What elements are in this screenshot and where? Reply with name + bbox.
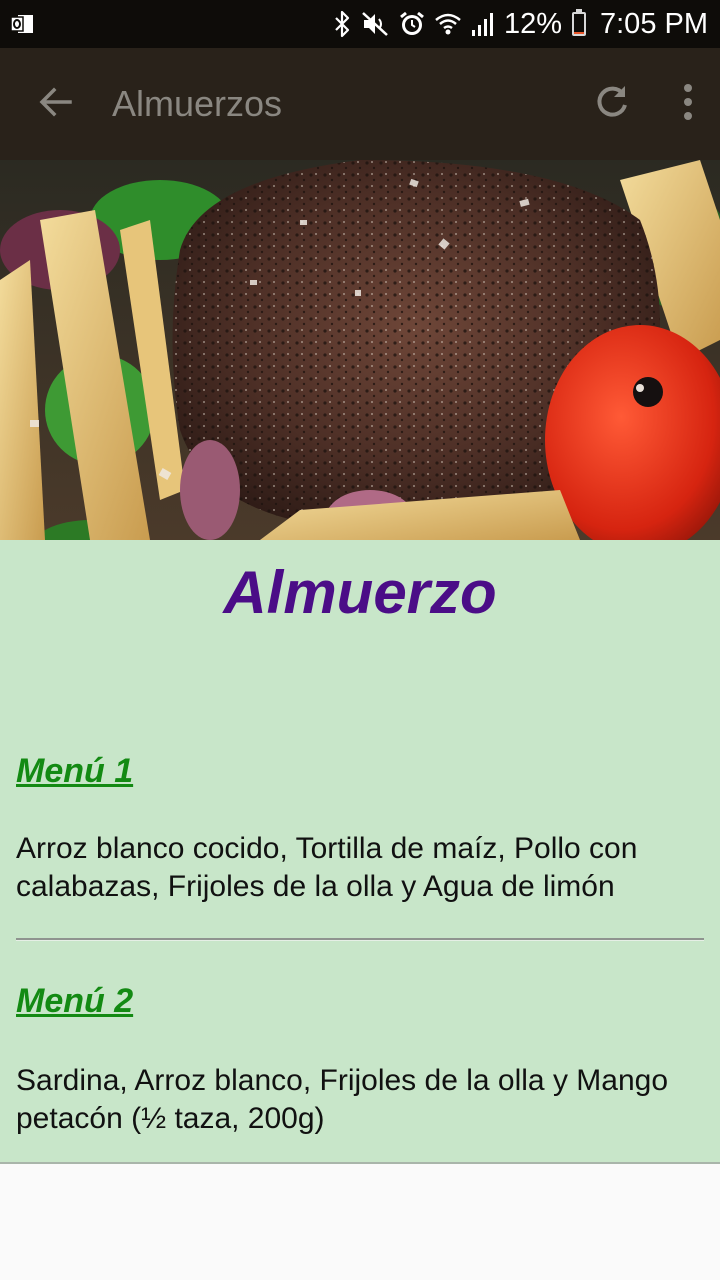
refresh-icon — [592, 82, 632, 127]
mute-icon — [360, 10, 390, 38]
battery-percent: 12% — [503, 7, 562, 40]
menu-heading: Menú 2 — [16, 982, 134, 1020]
outlook-icon — [10, 12, 34, 36]
menu-items-text: Sardina, Arroz blanco, Frijoles de la ol… — [16, 1064, 669, 1135]
page-title: Almuerzo — [223, 559, 497, 626]
battery-level — [574, 31, 584, 34]
menu-heading: Menú 1 — [16, 752, 134, 790]
steak-photo — [0, 160, 720, 540]
alarm-icon — [398, 10, 426, 38]
signal-icon — [470, 10, 496, 38]
hero-image — [0, 160, 720, 540]
arrow-back-icon — [38, 84, 74, 125]
app-bar: Almuerzos — [0, 48, 720, 160]
app-title: Almuerzos — [112, 83, 283, 124]
clock: 7:05 PM — [600, 7, 708, 40]
battery-icon — [572, 9, 586, 36]
overflow-menu-button[interactable] — [656, 48, 720, 160]
bluetooth-icon — [332, 10, 352, 38]
status-bar: 12% 7:05 PM — [0, 0, 720, 48]
menu-items-text: Arroz blanco cocido, Tortilla de maíz, P… — [16, 832, 638, 903]
refresh-button[interactable] — [572, 48, 652, 160]
wifi-icon — [434, 10, 462, 38]
more-vert-icon — [682, 82, 694, 127]
divider — [16, 938, 704, 941]
menu-content: Almuerzo Menú 1 Arroz blanco cocido, Tor… — [0, 540, 720, 1164]
